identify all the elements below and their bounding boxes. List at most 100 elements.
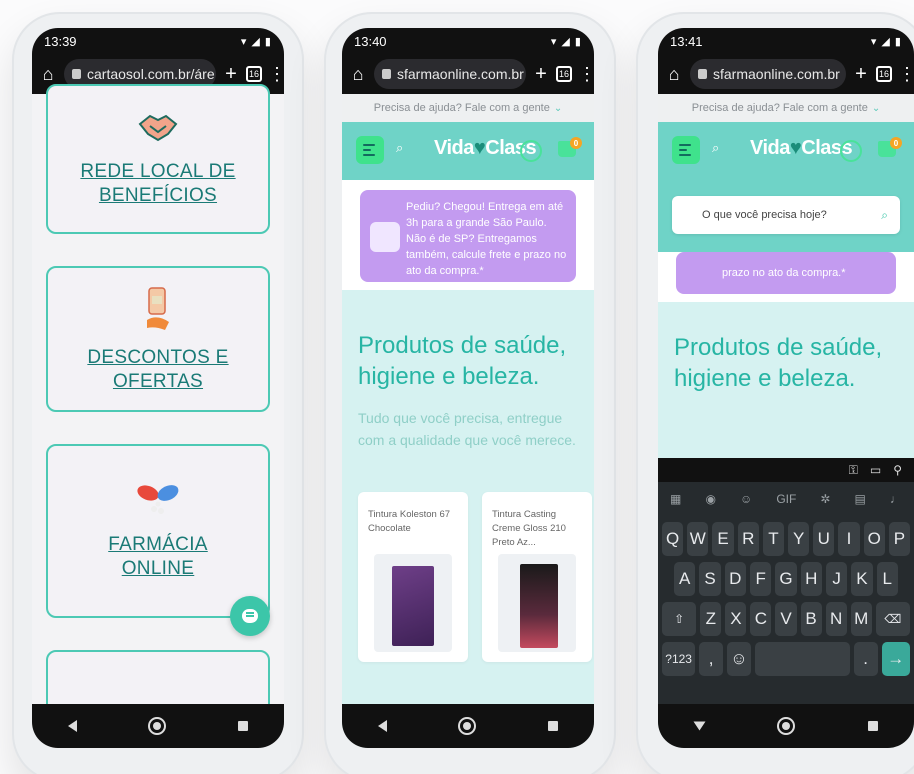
key-q[interactable]: Q [662, 522, 684, 556]
brand-logo[interactable]: Vida♥Class [750, 137, 853, 160]
product-image [374, 554, 452, 652]
handshake-icon [138, 115, 178, 142]
key-m[interactable]: M [850, 602, 872, 636]
product-card[interactable]: Tintura Koleston 67 Chocolate [358, 492, 468, 662]
status-time: 13:39 [44, 33, 77, 49]
home-icon[interactable]: ⌂ [664, 64, 684, 85]
sticker-icon[interactable]: ☺ [740, 492, 752, 506]
home-circle-icon[interactable] [776, 717, 795, 735]
key-w[interactable]: W [687, 522, 709, 556]
new-tab-button[interactable]: + [222, 63, 240, 86]
key-n[interactable]: N [825, 602, 847, 636]
card-title-line2: ONLINE [121, 558, 195, 579]
home-icon[interactable]: ⌂ [348, 64, 368, 85]
key-e[interactable]: E [712, 522, 734, 556]
lock-icon [698, 69, 707, 79]
key-z[interactable]: Z [700, 602, 722, 636]
more-menu-icon[interactable]: ⋮ [578, 64, 594, 85]
home-icon[interactable]: ⌂ [38, 64, 58, 85]
status-icons: ▾ ◢ ▮ [550, 35, 582, 48]
card-descontos[interactable]: DESCONTOS E OFERTAS [46, 266, 270, 412]
enter-key[interactable]: → [881, 642, 910, 676]
search-icon[interactable]: ⌕ [881, 208, 888, 223]
key-s[interactable]: S [699, 562, 721, 596]
backspace-key[interactable]: ⌫ [875, 602, 910, 636]
location-icon[interactable]: ⚲ [893, 463, 902, 477]
key-l[interactable]: L [876, 562, 898, 596]
space-key[interactable] [754, 642, 850, 676]
more-menu-icon[interactable]: ⋮ [268, 64, 284, 85]
status-icons: ▾ ◢ ▮ [240, 35, 272, 48]
tab-count-button[interactable]: 16 [246, 66, 262, 82]
url-bar[interactable]: sfarmaonline.com.br [690, 59, 846, 89]
clipboard-icon[interactable]: ▤ [855, 492, 866, 506]
apps-icon[interactable]: ▦ [670, 492, 681, 506]
on-screen-keyboard: ⚿ ▭ ⚲ ▦ ◉ ☺ GIF ✲ ▤ ♩ QWERTYUIOP ASDFGHJ… [658, 458, 914, 704]
chat-button[interactable] [230, 596, 270, 636]
more-menu-icon[interactable]: ⋮ [898, 64, 914, 85]
card-farmacia[interactable]: FARMÁCIA ONLINE [46, 444, 270, 618]
card-title-line1: REDE LOCAL DE [80, 161, 236, 183]
recents-icon[interactable] [548, 721, 559, 731]
key-x[interactable]: X [725, 602, 747, 636]
help-bar[interactable]: Precisa de ajuda? Fale com a gente ⌄ [658, 94, 914, 122]
symbols-key[interactable]: ?123 [662, 642, 696, 676]
hide-keyboard-icon[interactable] [693, 721, 705, 731]
new-tab-button[interactable]: + [852, 63, 870, 86]
key-a[interactable]: A [674, 562, 696, 596]
status-icons: ▾ ◢ ▮ [870, 35, 902, 48]
recents-icon[interactable] [867, 721, 878, 731]
key-h[interactable]: H [800, 562, 822, 596]
key-g[interactable]: G [775, 562, 797, 596]
shift-key[interactable]: ⇧ [662, 602, 697, 636]
palette-icon[interactable]: ◉ [705, 492, 715, 506]
home-circle-icon[interactable] [148, 717, 167, 735]
card-icon[interactable]: ▭ [870, 463, 881, 477]
emoji-key[interactable]: ☺ [727, 642, 751, 676]
cart-badge: 0 [570, 137, 582, 149]
key-d[interactable]: D [724, 562, 746, 596]
key-p[interactable]: P [888, 522, 911, 556]
tab-count-button[interactable]: 16 [876, 66, 892, 82]
settings-icon[interactable]: ✲ [820, 492, 830, 506]
product-card[interactable]: Tintura Casting Creme Gloss 210 Preto Az… [482, 492, 592, 662]
tab-count-button[interactable]: 16 [556, 66, 572, 82]
key-i[interactable]: I [838, 522, 860, 556]
home-circle-icon[interactable] [458, 717, 477, 735]
search-icon[interactable]: ⌕ [396, 140, 403, 156]
search-icon[interactable]: ⌕ [712, 140, 719, 156]
url-bar[interactable]: sfarmaonline.com.br [374, 59, 526, 89]
menu-button[interactable] [356, 136, 384, 164]
key-t[interactable]: T [762, 522, 785, 556]
key-y[interactable]: Y [788, 522, 810, 556]
back-icon[interactable] [67, 720, 77, 732]
key-j[interactable]: J [825, 562, 848, 596]
phone-2-screen: 13:40 ▾ ◢ ▮ ⌂ sfarmaonline.com.br + 16 ⋮… [342, 28, 594, 748]
help-bar[interactable]: Precisa de ajuda? Fale com a gente ⌄ [342, 94, 594, 122]
key-u[interactable]: U [813, 522, 835, 556]
user-icon[interactable] [840, 140, 862, 162]
user-icon[interactable] [520, 140, 542, 162]
key-k[interactable]: K [851, 562, 873, 596]
recents-icon[interactable] [238, 721, 249, 731]
card-rede-local[interactable]: REDE LOCAL DE BENEFÍCIOS [46, 84, 270, 234]
comma-key[interactable]: , [699, 642, 723, 676]
phone-1-screen: 13:39 ▾ ◢ ▮ ⌂ cartaosol.com.br/áre + 16 … [32, 28, 284, 748]
key-c[interactable]: C [750, 602, 772, 636]
menu-button[interactable] [672, 136, 700, 164]
key-v[interactable]: V [775, 602, 797, 636]
gif-button[interactable]: GIF [776, 492, 796, 506]
period-key[interactable]: . [853, 642, 878, 676]
mic-icon[interactable]: ♩ [890, 492, 902, 506]
key-f[interactable]: F [749, 562, 772, 596]
key-r[interactable]: R [737, 522, 759, 556]
key-icon[interactable]: ⚿ [849, 463, 858, 478]
hero-title: Produtos de saúde, higiene e beleza. [358, 332, 567, 391]
url-text: cartaosol.com.br/áre [87, 66, 215, 82]
back-icon[interactable] [377, 720, 387, 732]
new-tab-button[interactable]: + [532, 63, 550, 86]
key-b[interactable]: B [800, 602, 822, 636]
search-input[interactable]: O que você precisa hoje? ⌕ [672, 196, 900, 234]
key-o[interactable]: O [863, 522, 885, 556]
showcase: 13:39 ▾ ◢ ▮ ⌂ cartaosol.com.br/áre + 16 … [0, 0, 914, 774]
